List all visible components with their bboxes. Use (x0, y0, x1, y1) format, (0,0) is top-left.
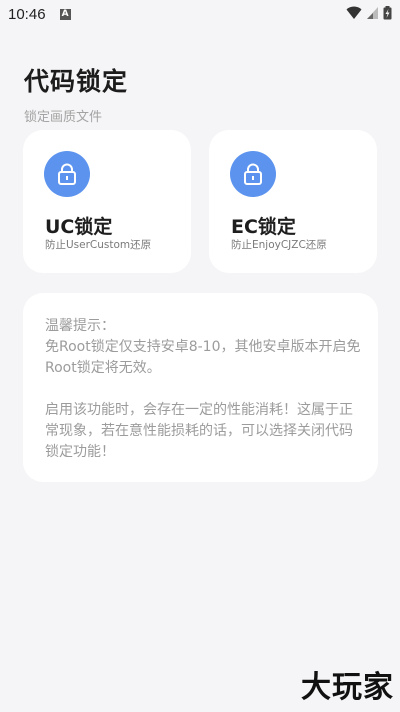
status-icons (346, 6, 392, 20)
ec-lock-title: EC锁定 (231, 216, 296, 238)
tips-text: 温馨提示： 免Root锁定仅支持安卓8-10，其他安卓版本开启免Root锁定将无… (45, 316, 363, 463)
tips-spacer (45, 379, 363, 400)
tips-card: 温馨提示： 免Root锁定仅支持安卓8-10，其他安卓版本开启免Root锁定将无… (23, 293, 378, 482)
status-bar: 10:46 A (0, 0, 400, 28)
header: 代码锁定 锁定画质文件 (24, 62, 128, 125)
status-time: 10:46 (8, 5, 46, 23)
uc-lock-description: 防止UserCustom还原 (45, 239, 152, 251)
battery-charging-icon (383, 6, 392, 20)
tips-paragraph-2: 启用该功能时，会存在一定的性能消耗！这属于正常现象，若在意性能损耗的话，可以选择… (45, 402, 353, 460)
lock-icon (244, 163, 262, 185)
tips-paragraph-1: 免Root锁定仅支持安卓8-10，其他安卓版本开启免Root锁定将无效。 (45, 339, 361, 376)
ec-lock-icon-circle (230, 151, 276, 197)
uc-lock-title: UC锁定 (45, 216, 113, 238)
cellular-signal-icon (367, 7, 378, 19)
watermark-logo: 大玩家 (301, 670, 394, 705)
ec-lock-card[interactable]: EC锁定 防止EnjoyCJZC还原 (209, 130, 377, 273)
uc-lock-icon-circle (44, 151, 90, 197)
wifi-icon (346, 6, 362, 19)
page-title: 代码锁定 (24, 67, 129, 96)
tips-heading: 温馨提示： (45, 318, 115, 334)
page-subtitle: 锁定画质文件 (24, 110, 103, 125)
lock-icon (58, 163, 76, 185)
ec-lock-description: 防止EnjoyCJZC还原 (231, 239, 327, 251)
uc-lock-card[interactable]: UC锁定 防止UserCustom还原 (23, 130, 191, 273)
notification-icon: A (59, 8, 71, 20)
